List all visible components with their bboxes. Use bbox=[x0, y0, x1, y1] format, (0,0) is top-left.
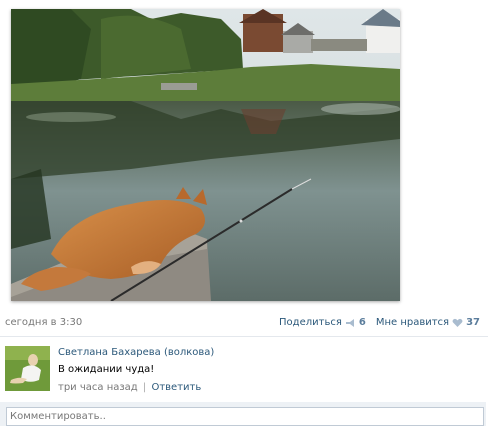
post-meta-row: сегодня в 3:30 Поделиться 6 Мне нравится… bbox=[5, 316, 480, 330]
post-timestamp[interactable]: сегодня в 3:30 bbox=[5, 316, 82, 330]
avatar-image bbox=[5, 346, 50, 391]
reply-link[interactable]: Ответить bbox=[151, 382, 201, 393]
post-photo[interactable] bbox=[11, 9, 400, 301]
share-count: 6 bbox=[358, 317, 366, 328]
share-button[interactable]: Поделиться 6 bbox=[279, 316, 366, 330]
like-count: 37 bbox=[466, 317, 480, 328]
comment-item: Светлана Бахарева (волкова) В ожидании ч… bbox=[5, 346, 485, 396]
heart-icon bbox=[452, 318, 463, 327]
comment-text: В ожидании чуда! bbox=[58, 364, 155, 375]
comment-input[interactable] bbox=[6, 407, 484, 426]
post-actions: Поделиться 6 Мне нравится 37 bbox=[279, 316, 480, 330]
comment-author[interactable]: Светлана Бахарева (волкова) bbox=[58, 346, 214, 359]
megaphone-icon bbox=[345, 319, 354, 327]
avatar[interactable] bbox=[5, 346, 50, 391]
comment-meta: три часа назад | Ответить bbox=[58, 381, 201, 394]
divider bbox=[0, 336, 488, 337]
reply-box bbox=[0, 402, 486, 426]
like-label: Мне нравится bbox=[375, 317, 450, 328]
comment-separator: | bbox=[142, 382, 147, 393]
comment-time[interactable]: три часа назад bbox=[58, 382, 138, 393]
like-button[interactable]: Мне нравится 37 bbox=[376, 316, 480, 330]
cat-fishing-image bbox=[11, 9, 400, 301]
share-label: Поделиться bbox=[279, 317, 342, 328]
